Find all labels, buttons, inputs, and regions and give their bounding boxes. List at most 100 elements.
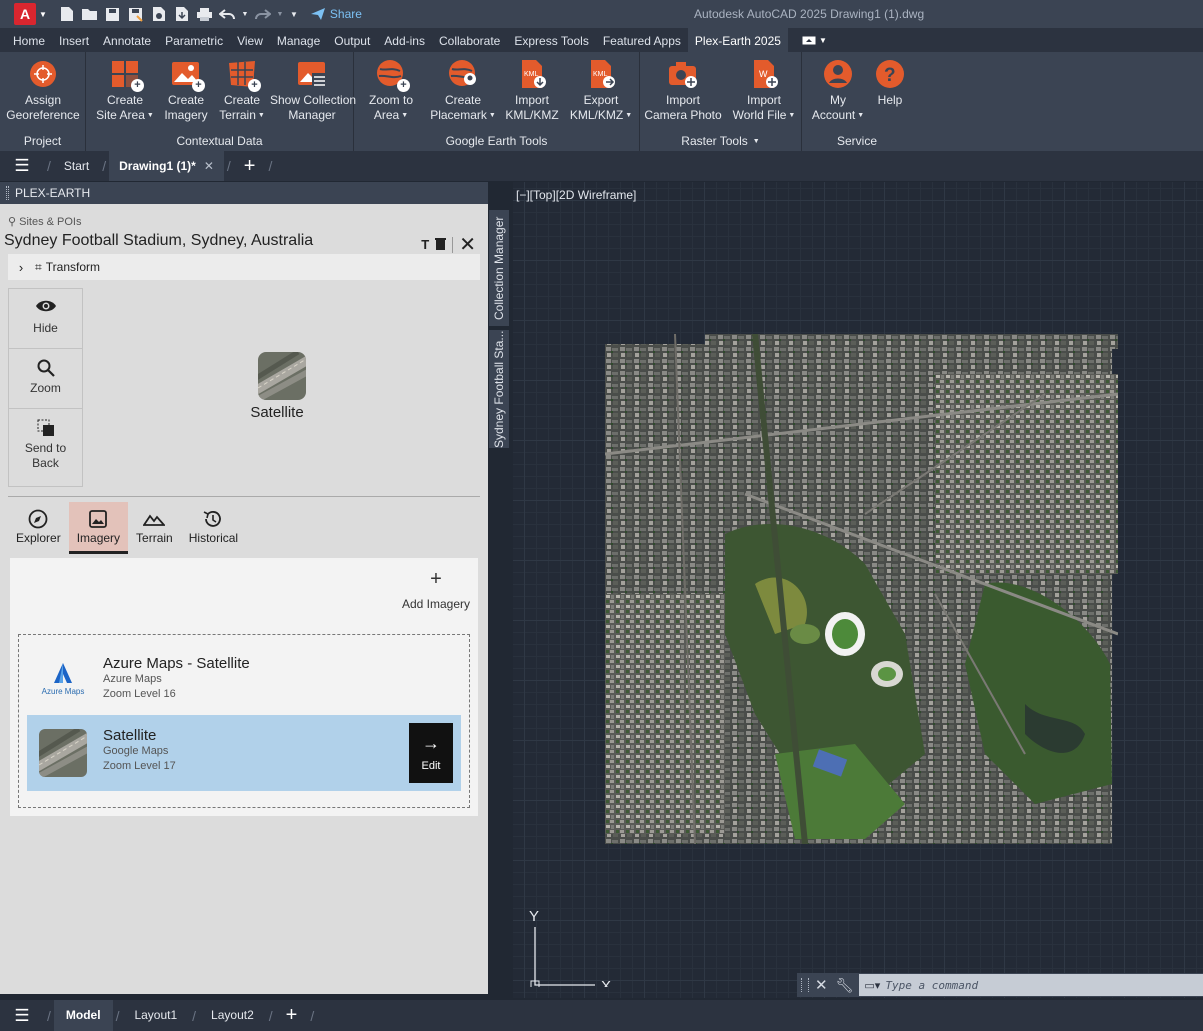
rename-icon[interactable]: T — [421, 237, 429, 252]
transform-section[interactable]: › ⌗ Transform — [8, 254, 480, 280]
ribbon-minimize-button[interactable]: ▼ — [802, 28, 827, 52]
chevron-down-icon[interactable]: ▼ — [39, 10, 47, 19]
panel-title-project: Project — [23, 134, 62, 148]
image-icon — [77, 509, 120, 531]
chevron-down-icon: ▼ — [625, 112, 633, 120]
satellite-imagery[interactable] — [605, 334, 1118, 844]
save-to-web-icon[interactable] — [172, 5, 191, 23]
ribbon-panel-project: Assign Georeference Project — [0, 52, 86, 151]
chevron-down-icon: ▼ — [257, 112, 265, 120]
palette-grip[interactable] — [6, 186, 9, 200]
close-icon[interactable]: ✕ — [204, 159, 214, 173]
drawing-viewport[interactable]: [−][Top][2D Wireframe] Y X — [513, 182, 1203, 998]
import-kml-button[interactable]: KML Import KML/KMZ — [502, 59, 562, 123]
panel-toggle-icon — [802, 36, 816, 44]
export-kml-button[interactable]: KML Export KML/KMZ ▼ — [566, 59, 636, 123]
wrench-icon[interactable]: 🔧︎ — [836, 977, 854, 994]
palette-title-bar[interactable]: PLEX-EARTH — [0, 182, 488, 204]
show-collection-manager-button[interactable]: Show Collection Manager — [270, 59, 356, 123]
zoom-plus-icon: + — [397, 79, 410, 92]
tab-model[interactable]: Model — [53, 1000, 113, 1031]
transform-label: Transform — [45, 260, 100, 274]
help-button[interactable]: ? Help — [872, 59, 908, 108]
assign-georeference-button[interactable]: Assign Georeference — [0, 59, 86, 123]
tab-parametric[interactable]: Parametric — [158, 28, 230, 52]
redo-icon[interactable] — [253, 5, 272, 23]
hide-button[interactable]: Hide — [9, 289, 82, 349]
tab-home[interactable]: Home — [6, 28, 52, 52]
tab-featured-apps[interactable]: Featured Apps — [596, 28, 688, 52]
app-menu-button[interactable]: A — [14, 3, 36, 25]
import-camera-photo-button[interactable]: Import Camera Photo — [644, 59, 722, 123]
command-history-icon[interactable]: ▭▾ — [859, 979, 885, 992]
open-folder-icon[interactable] — [80, 5, 99, 23]
import-world-file-button[interactable]: W Import World File ▼ — [730, 59, 798, 123]
chevron-right-icon[interactable]: › — [11, 257, 31, 277]
azure-maps-logo-label: Azure Maps — [41, 687, 85, 696]
tab-collaborate[interactable]: Collaborate — [432, 28, 507, 52]
zoom-button[interactable]: Zoom — [9, 349, 82, 409]
tab-insert[interactable]: Insert — [52, 28, 96, 52]
save-as-icon[interactable] — [126, 5, 145, 23]
tab-sydney-football-stadium[interactable]: Sydney Football Sta... — [489, 330, 509, 448]
toolbar-divider — [452, 236, 454, 253]
tab-express-tools[interactable]: Express Tools — [507, 28, 595, 52]
tab-historical[interactable]: Historical — [181, 502, 246, 554]
my-account-button[interactable]: My Account ▼ — [808, 59, 868, 123]
delete-icon[interactable] — [435, 237, 447, 253]
list-item-satellite[interactable]: Satellite Google Maps Zoom Level 17 → Ed… — [27, 715, 461, 791]
add-imagery-button[interactable]: + Add Imagery — [402, 568, 470, 611]
import-world-file-label-1: Import — [746, 93, 781, 107]
tab-start[interactable]: Start — [54, 151, 99, 181]
tab-collection-manager[interactable]: Collection Manager — [489, 210, 509, 326]
share-button[interactable]: Share — [310, 7, 362, 21]
tab-layout2[interactable]: Layout2 — [199, 1000, 266, 1031]
ucs-icon: Y X — [529, 908, 611, 987]
tab-terrain[interactable]: Terrain — [128, 502, 181, 554]
zoom-to-area-button[interactable]: + Zoom to Area ▼ — [360, 59, 422, 123]
file-tabs-menu-icon[interactable]: ☰ — [0, 156, 44, 176]
layout-menu-icon[interactable]: ☰ — [0, 1006, 44, 1026]
undo-dropdown-icon[interactable]: ▼ — [241, 5, 249, 23]
tab-add-ins[interactable]: Add-ins — [377, 28, 432, 52]
tab-explorer[interactable]: Explorer — [8, 502, 69, 554]
tab-plex-earth[interactable]: Plex-Earth 2025 — [687, 28, 788, 52]
create-site-area-button[interactable]: + Create Site Area ▼ — [94, 59, 156, 123]
open-from-web-icon[interactable] — [149, 5, 168, 23]
tab-imagery-label: Imagery — [76, 531, 121, 545]
new-tab-plus-icon[interactable]: + — [234, 155, 266, 178]
export-kml-label-2: KML/KMZ — [569, 108, 624, 122]
undo-icon[interactable] — [218, 5, 237, 23]
add-layout-plus-icon[interactable]: + — [276, 1004, 308, 1027]
command-input[interactable] — [885, 978, 1203, 992]
tab-manage[interactable]: Manage — [270, 28, 327, 52]
create-placemark-button[interactable]: Create Placemark ▼ — [428, 59, 498, 123]
create-terrain-button[interactable]: + Create Terrain ▼ — [214, 59, 270, 123]
close-icon[interactable]: ✕ — [815, 976, 828, 994]
ribbon-panel-contextual-data: + Create Site Area ▼ + Create Imagery + C… — [86, 52, 356, 151]
tab-drawing1[interactable]: Drawing1 (1)* ✕ — [109, 151, 224, 181]
list-item-azure[interactable]: Azure Maps Azure Maps - Satellite Azure … — [27, 643, 461, 719]
tab-view[interactable]: View — [230, 28, 270, 52]
tab-separator: / — [102, 158, 107, 174]
tab-annotate[interactable]: Annotate — [96, 28, 158, 52]
send-to-back-button[interactable]: Send to Back — [9, 409, 82, 486]
breadcrumb[interactable]: ⚲ Sites & POIs — [8, 215, 81, 228]
tab-layout1[interactable]: Layout1 — [122, 1000, 189, 1031]
new-file-icon[interactable] — [57, 5, 76, 23]
tab-historical-label: Historical — [188, 531, 239, 545]
command-line-grip[interactable] — [801, 978, 809, 992]
panel-title-raster-tools[interactable]: Raster Tools ▼ — [640, 134, 801, 148]
svg-text:KML: KML — [593, 71, 608, 78]
edit-button[interactable]: → Edit — [409, 723, 453, 783]
plot-icon[interactable] — [195, 5, 214, 23]
redo-dropdown-icon[interactable]: ▼ — [276, 5, 284, 23]
tab-output[interactable]: Output — [327, 28, 377, 52]
save-icon[interactable] — [103, 5, 122, 23]
tab-imagery[interactable]: Imagery — [68, 502, 129, 554]
share-icon — [310, 8, 325, 20]
item-name: Azure Maps - Satellite — [103, 655, 250, 672]
customize-toolbar-icon[interactable]: ▼ — [288, 5, 300, 23]
viewport-controls[interactable]: [−][Top][2D Wireframe] — [516, 188, 636, 202]
create-imagery-button[interactable]: + Create Imagery — [158, 59, 214, 123]
